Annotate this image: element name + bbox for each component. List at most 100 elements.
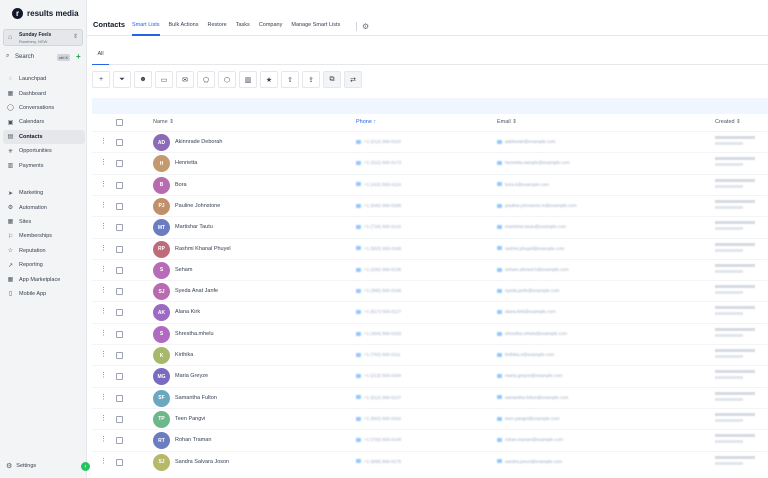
column-name[interactable]: Name ⇕ [153, 119, 174, 125]
sidebar-item-automation[interactable]: ⚙ Automation [3, 200, 85, 214]
contact-phone[interactable]: +1 (503) 555-0168 [356, 246, 401, 251]
tab-tasks[interactable]: Tasks [236, 22, 250, 36]
sidebar-item-dashboard[interactable]: ▦ Dashboard [3, 86, 85, 100]
row-checkbox[interactable] [116, 160, 123, 168]
table-row[interactable]: ⋮ AK Alana Kirk +1 (617) 555-0127 alana.kirk… [92, 301, 768, 322]
import-button[interactable]: ⇪ [302, 71, 320, 88]
more-options-icon[interactable]: ⋮ [100, 202, 107, 209]
contact-phone[interactable]: +1 (312) 555-0173 [356, 160, 401, 165]
more-options-icon[interactable]: ⋮ [100, 159, 107, 166]
tab-bulk-actions[interactable]: Bulk Actions [169, 22, 199, 36]
sidebar-item-marketing[interactable]: ➤ Marketing [3, 186, 85, 200]
contact-email[interactable]: martishar.tautu@example.com [497, 224, 566, 229]
row-checkbox[interactable] [116, 352, 123, 359]
more-options-icon[interactable]: ⋮ [100, 372, 107, 379]
contact-name[interactable]: Henrietta [175, 160, 197, 166]
more-options-icon[interactable]: ⋮ [100, 181, 107, 188]
table-row[interactable]: ⋮ MT Martishar Tautu +1 (718) 555-0142 marti… [92, 216, 768, 237]
select-all-checkbox[interactable] [116, 119, 123, 126]
row-checkbox[interactable] [116, 330, 123, 338]
sidebar-item-contacts[interactable]: ▤ Contacts [3, 129, 85, 144]
table-row[interactable]: ⋮ S Seham +1 (206) 555-0135 seham.ahmed.h@ex… [92, 258, 768, 280]
tab-smart-lists[interactable]: Smart Lists [132, 22, 160, 36]
more-options-icon[interactable]: ⋮ [100, 351, 107, 358]
table-row[interactable]: ⋮ MG Maria Greyze +1 (213) 555-0184 maria.gr… [92, 365, 768, 386]
sidebar-item-payments[interactable]: ▥ Payments [3, 158, 85, 172]
contact-phone[interactable]: +1 (718) 555-0142 [356, 224, 401, 229]
contact-email[interactable]: kirthika.s@example.com [497, 352, 554, 357]
row-checkbox[interactable] [116, 266, 123, 274]
contact-phone[interactable]: +1 (512) 555-0137 [356, 395, 401, 400]
contact-email[interactable]: seham.ahmed.h@example.com [497, 267, 569, 272]
contact-phone[interactable]: +1 (212) 555-0110 [356, 139, 401, 144]
contact-email[interactable]: henrietta.sample@example.com [497, 160, 570, 165]
sidebar-collapse-button[interactable]: ‹ [81, 462, 90, 471]
contact-email[interactable]: rohan.traman@example.com [497, 437, 563, 442]
contact-name[interactable]: Rohan Traman [175, 437, 211, 443]
column-created[interactable]: Created ⇕ [715, 119, 741, 125]
contact-name[interactable]: Syeda Anat Janfe [175, 288, 218, 294]
more-options-icon[interactable]: ⋮ [100, 223, 107, 230]
tab-all[interactable]: All [92, 43, 109, 65]
contact-name[interactable]: Kirthika [175, 352, 193, 358]
contact-phone[interactable]: +1 (404) 555-0193 [356, 331, 401, 336]
export-button[interactable]: ⇧ [281, 71, 299, 88]
contact-email[interactable]: teen.pangvi@example.com [497, 416, 560, 421]
more-options-icon[interactable]: ⋮ [100, 308, 107, 315]
contact-name[interactable]: Alana Kirk [175, 309, 200, 315]
tab-manage-smart-lists[interactable]: Manage Smart Lists [291, 22, 340, 36]
merge-button[interactable]: ⧉ [323, 71, 341, 88]
sidebar-item-reputation[interactable]: ☆ Reputation [3, 244, 85, 258]
shuffle-button[interactable]: ⇄ [344, 71, 362, 88]
table-row[interactable]: ⋮ K Kirthika +1 (702) 555-0111 kirthika.s@ex… [92, 344, 768, 365]
more-options-icon[interactable]: ⋮ [100, 266, 107, 273]
table-row[interactable]: ⋮ SJ Sandra Salvara Joson +1 (808) 555-0175… [92, 450, 768, 472]
sidebar-item-opportunities[interactable]: ✳ Opportunities [3, 144, 85, 158]
contact-name[interactable]: Martishar Tautu [175, 224, 213, 230]
row-checkbox[interactable] [116, 437, 123, 445]
sidebar-item-memberships[interactable]: ⚐ Memberships [3, 229, 85, 243]
contact-name[interactable]: Pauline Johnstone [175, 203, 220, 209]
settings-item[interactable]: ⚙ Settings [6, 462, 36, 470]
more-options-icon[interactable]: ⋮ [100, 415, 107, 422]
contact-email[interactable]: syeda.janfe@example.com [497, 288, 559, 293]
email-button[interactable]: ✉ [176, 71, 194, 88]
sidebar-item-conversations[interactable]: ◯ Conversations [3, 101, 85, 115]
more-options-icon[interactable]: ⋮ [100, 138, 107, 145]
contact-phone[interactable]: +1 (305) 555-0156 [356, 288, 401, 293]
row-checkbox[interactable] [116, 288, 123, 296]
quick-add-icon[interactable]: + [76, 52, 81, 61]
contact-email[interactable]: samantha.fulton@example.com [497, 395, 568, 400]
more-options-icon[interactable]: ⋮ [100, 436, 107, 443]
sidebar-item-app-marketplace[interactable]: ▦ App Marketplace [3, 272, 85, 286]
contact-name[interactable]: Seham [175, 267, 192, 273]
table-row[interactable]: ⋮ H Henrietta +1 (312) 555-0173 henrietta.sa… [92, 152, 768, 173]
delete-button[interactable]: ▥ [239, 71, 257, 88]
contact-phone[interactable]: +1 (206) 555-0135 [356, 267, 401, 272]
row-checkbox[interactable] [116, 373, 123, 381]
more-options-icon[interactable]: ⋮ [100, 394, 107, 401]
row-checkbox[interactable] [116, 245, 123, 253]
table-row[interactable]: ⋮ SJ Syeda Anat Janfe +1 (305) 555-0156 syed… [92, 280, 768, 301]
contact-email[interactable]: sandra.joson@example.com [497, 459, 562, 464]
table-row[interactable]: ⋮ B Bora +1 (415) 555-0124 bora.k@example.co… [92, 173, 768, 195]
table-row[interactable]: ⋮ TP Teen Pangvi +1 (602) 555-0162 teen.pang… [92, 407, 768, 429]
contact-email[interactable]: maria.greyze@example.com [497, 373, 562, 378]
row-checkbox[interactable] [116, 181, 123, 189]
contact-email[interactable]: alana.kirk@example.com [497, 309, 556, 314]
table-row[interactable]: ⋮ PJ Pauline Johnstone +1 (646) 555-0189 pau… [92, 194, 768, 216]
contact-name[interactable]: Rashmi Khanal Phuyel [175, 246, 231, 252]
table-row[interactable]: ⋮ S Shrestha.mhelu +1 (404) 555-0193 shresth… [92, 322, 768, 344]
table-row[interactable]: ⋮ RT Rohan Traman +1 (720) 555-0148 rohan.tr… [92, 429, 768, 450]
tab-restore[interactable]: Restore [207, 22, 226, 36]
contact-email[interactable]: rashmi.phuyel@example.com [497, 246, 564, 251]
contact-phone[interactable]: +1 (720) 555-0148 [356, 437, 401, 442]
contact-phone[interactable]: +1 (617) 555-0127 [356, 309, 401, 314]
contact-email[interactable]: shrestha.mhelu@example.com [497, 331, 567, 336]
brand-logo[interactable]: r results media [12, 8, 79, 19]
robot-button[interactable]: ☻ [134, 71, 152, 88]
column-phone[interactable]: Phone ↑ [356, 119, 376, 125]
row-checkbox[interactable] [116, 202, 123, 210]
contact-name[interactable]: Maria Greyze [175, 373, 208, 379]
contact-phone[interactable]: +1 (646) 555-0189 [356, 203, 401, 208]
